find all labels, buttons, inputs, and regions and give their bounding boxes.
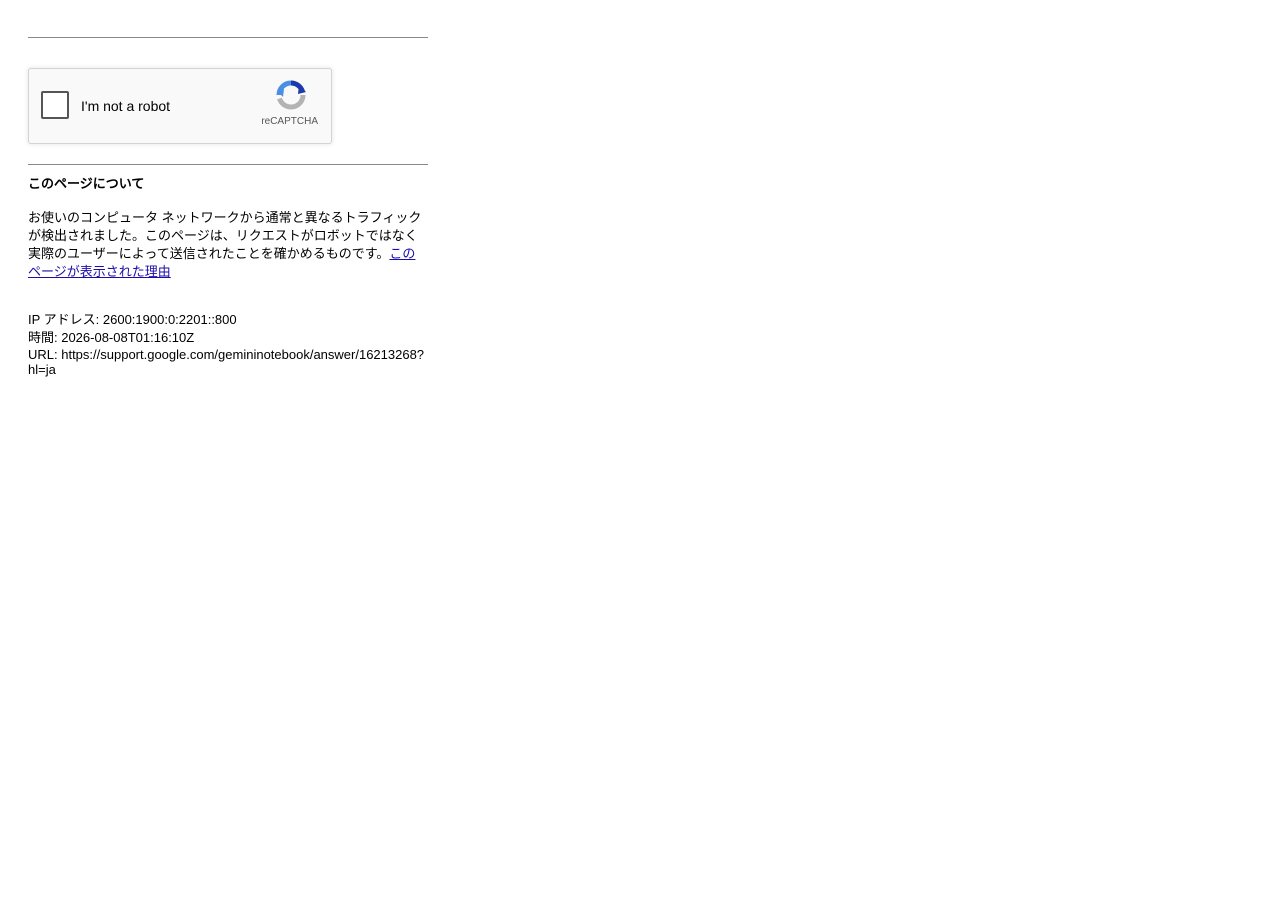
middle-divider [28,164,428,165]
ip-address: IP アドレス: 2600:1900:0:2201::800 [28,312,237,327]
request-time: 時間: 2026-08-08T01:16:10Z [28,330,195,345]
about-description: お使いのコンピュータ ネットワークから通常と異なるトラフィックが検出されました。… [28,209,428,281]
recaptcha-widget: I'm not a robot reCAPTCHA [28,68,332,144]
checkbox-label: I'm not a robot [81,98,171,114]
request-url: URL: https://support.google.com/geminino… [28,347,425,377]
captcha-page: I'm not a robot reCAPTCHA このページについて お使いの… [28,0,428,377]
about-title: このページについて [28,176,145,191]
recaptcha-brand: reCAPTCHA [261,116,318,127]
recaptcha-logo-icon [276,80,306,110]
about-body-text: お使いのコンピュータ ネットワークから通常と異なるトラフィックが検出されました。… [28,210,422,261]
top-divider [28,37,428,38]
request-info: IP アドレス: 2600:1900:0:2201::800 時間: 2026-… [28,311,428,377]
not-a-robot-checkbox[interactable] [41,91,69,119]
